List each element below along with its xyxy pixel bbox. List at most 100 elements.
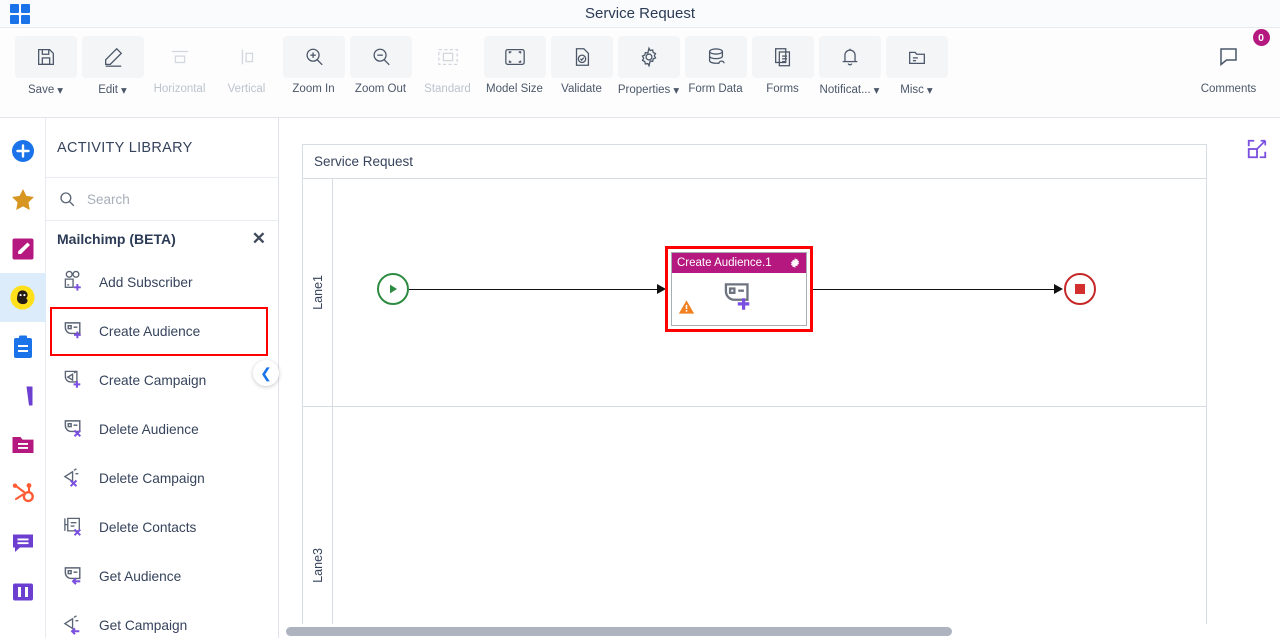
rail-item-design[interactable] xyxy=(0,224,46,273)
activity-group-name: Mailchimp (BETA) xyxy=(57,230,176,247)
warning-icon[interactable] xyxy=(678,299,695,320)
rail-item-adobe[interactable] xyxy=(0,371,46,420)
activity-node-title: Create Audience.1 xyxy=(677,257,772,269)
toolbar-button-validate[interactable]: Validate xyxy=(548,28,615,95)
left-icon-rail xyxy=(0,118,46,638)
activity-item-delete-audience[interactable]: Delete Audience xyxy=(46,405,278,454)
toolbar-button-edit[interactable]: Edit ▾ xyxy=(79,28,146,97)
delete-contacts-icon xyxy=(60,514,88,542)
flow-connector-1[interactable] xyxy=(409,289,659,290)
activity-label: Add Subscriber xyxy=(99,274,193,290)
activity-node-titlebar: Create Audience.1 xyxy=(672,253,806,273)
start-play-icon xyxy=(390,284,397,294)
canvas-hscrollbar-thumb[interactable] xyxy=(286,627,952,636)
rail-item-favorites[interactable] xyxy=(0,175,46,224)
close-icon[interactable]: ✕ xyxy=(252,230,266,247)
toolbar-label-standard: Standard xyxy=(424,83,471,95)
folder-icon xyxy=(12,436,33,453)
expand-canvas-button[interactable] xyxy=(1246,138,1268,160)
favorites-star-icon xyxy=(11,188,34,210)
toolbar-button-notifications[interactable]: Notificat... ▾ xyxy=(816,28,883,97)
toolbar-label-edit: Edit ▾ xyxy=(98,83,127,97)
lane-3: Lane3 xyxy=(303,407,1206,638)
activity-label: Get Audience xyxy=(99,568,182,584)
activity-label: Delete Contacts xyxy=(99,519,197,535)
label-text: Edit xyxy=(98,84,119,96)
activity-label: Create Audience xyxy=(99,323,201,339)
rail-item-chat[interactable] xyxy=(0,518,46,567)
chevron-down-icon: ▾ xyxy=(673,85,680,97)
lane-1-body[interactable]: Create Audience.1 xyxy=(333,179,1206,406)
lane-label: Lane3 xyxy=(310,548,325,583)
arrow-head-2 xyxy=(1054,284,1063,294)
label-text: Properties xyxy=(617,84,671,96)
end-event-node[interactable] xyxy=(1064,273,1096,305)
panel-collapse-button[interactable]: ❮ xyxy=(253,360,279,386)
create-audience-icon xyxy=(60,318,88,346)
toolbar-button-vertical[interactable]: Vertical xyxy=(213,28,280,95)
vertical-align-icon xyxy=(216,36,278,78)
forms-icon xyxy=(751,36,814,78)
toolbar-label-model-size: Model Size xyxy=(486,83,543,95)
activity-item-delete-contacts[interactable]: Delete Contacts xyxy=(46,503,278,552)
toolbar-label-misc: Misc ▾ xyxy=(900,83,932,97)
model-size-icon xyxy=(483,36,546,78)
lane-3-title: Lane3 xyxy=(303,407,333,638)
comments-badge: 0 xyxy=(1252,29,1270,46)
start-event-node[interactable] xyxy=(377,273,409,305)
activity-item-delete-campaign[interactable]: Delete Campaign xyxy=(46,454,278,503)
canvas-hscrollbar-track[interactable] xyxy=(280,624,1280,638)
toolbar-button-save[interactable]: Save ▾ xyxy=(12,28,79,97)
gear-icon[interactable] xyxy=(789,257,801,269)
chat-icon xyxy=(12,534,33,552)
toolbar-button-forms[interactable]: Forms xyxy=(749,28,816,95)
toolbar-button-misc[interactable]: Misc ▾ xyxy=(883,28,950,97)
folder-icon xyxy=(885,36,948,78)
toolbar-button-horizontal[interactable]: Horizontal xyxy=(146,28,213,95)
activity-item-get-audience[interactable]: Get Audience xyxy=(46,552,278,601)
toolbar-button-properties[interactable]: Properties ▾ xyxy=(615,28,682,97)
activity-group-header: Mailchimp (BETA) ✕ xyxy=(46,221,278,256)
activity-list: Add Subscriber Create Audience Create Ca… xyxy=(46,256,278,638)
chevron-down-icon: ▾ xyxy=(57,85,63,97)
pool-name: Service Request xyxy=(303,145,1206,179)
rail-item-columns[interactable] xyxy=(0,567,46,616)
toolbar-label-horizontal: Horizontal xyxy=(153,83,206,95)
activity-item-get-campaign[interactable]: Get Campaign xyxy=(46,601,278,638)
toolbar-label-notifications: Notificat... ▾ xyxy=(820,83,880,97)
activity-node-create-audience[interactable]: Create Audience.1 xyxy=(665,246,813,332)
toolbar-button-zoom-out[interactable]: Zoom Out xyxy=(347,28,414,95)
toolbar-label-properties: Properties ▾ xyxy=(618,83,679,97)
rail-item-hubspot[interactable] xyxy=(0,469,46,518)
lane-label: Lane1 xyxy=(310,275,325,310)
rail-item-folder[interactable] xyxy=(0,420,46,469)
create-campaign-icon xyxy=(60,367,88,395)
activity-item-create-audience[interactable]: Create Audience xyxy=(50,307,268,356)
rail-item-mailchimp[interactable] xyxy=(0,273,46,322)
toolbar-button-comments[interactable]: 0 Comments xyxy=(1195,28,1270,95)
activity-label: Delete Audience xyxy=(99,421,199,437)
diagram-canvas[interactable]: Service Request Lane1 Create Audience.1 xyxy=(280,118,1280,638)
chevron-down-icon: ▾ xyxy=(873,85,880,97)
toolbar-button-zoom-in[interactable]: Zoom In xyxy=(280,28,347,95)
zoom-in-icon xyxy=(282,36,345,78)
toolbar-button-form-data[interactable]: Form Data xyxy=(682,28,749,95)
pool: Service Request Lane1 Create Audience.1 xyxy=(302,144,1207,638)
activity-item-add-subscriber[interactable]: Add Subscriber xyxy=(46,258,278,307)
toolbar-button-standard[interactable]: Standard xyxy=(414,28,481,95)
toolbar-label-zoom-out: Zoom Out xyxy=(354,83,407,95)
rail-item-add[interactable] xyxy=(0,126,46,175)
activity-library-panel: ACTIVITY LIBRARY Mailchimp (BETA) ✕ Add … xyxy=(46,118,279,638)
add-subscriber-icon xyxy=(60,269,88,297)
flow-connector-2[interactable] xyxy=(813,289,1056,290)
lane-1-title: Lane1 xyxy=(303,179,333,406)
toolbar: Save ▾ Edit ▾ Horizontal Vertical Zoom I… xyxy=(0,28,1280,118)
label-text: Save xyxy=(28,84,55,96)
create-audience-icon xyxy=(724,283,750,310)
activity-item-create-campaign[interactable]: Create Campaign xyxy=(46,356,278,405)
chevron-down-icon: ▾ xyxy=(121,85,127,97)
toolbar-button-model-size[interactable]: Model Size xyxy=(481,28,548,95)
rail-item-tasks[interactable] xyxy=(0,322,46,371)
search-input[interactable] xyxy=(85,190,235,208)
lane-3-body[interactable] xyxy=(333,407,1206,638)
